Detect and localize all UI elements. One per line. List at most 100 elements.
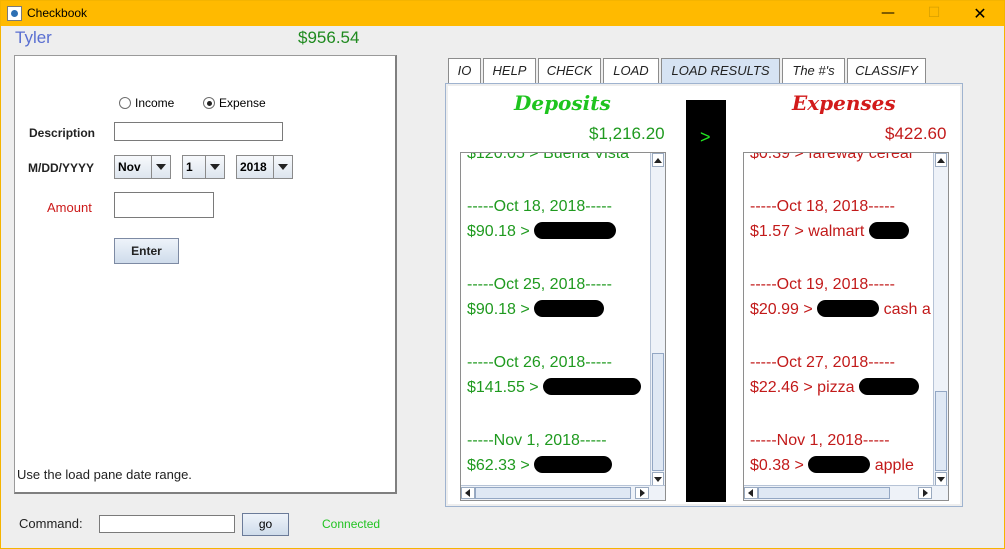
tab-classify[interactable]: CLASSIFY bbox=[847, 58, 926, 83]
expenses-title: Expenses bbox=[792, 91, 896, 115]
expenses-vertical-scrollbar[interactable] bbox=[933, 153, 948, 486]
entry-date: -----Oct 25, 2018----- bbox=[467, 276, 612, 293]
entry-line: $1.57 > walmart bbox=[750, 223, 869, 240]
enter-button[interactable]: Enter bbox=[114, 238, 179, 264]
description-input[interactable] bbox=[114, 122, 283, 141]
redaction-mark bbox=[858, 378, 919, 395]
list-item: -----Nov 1, 2018----- $62.33 > bbox=[467, 428, 647, 478]
load-results-content: Deposits Expenses $1,216.20 $422.60 > $1… bbox=[448, 86, 960, 504]
list-item: $120.05 > Buena Vista bbox=[467, 153, 647, 166]
expense-radio[interactable]: Expense bbox=[203, 96, 266, 110]
entry-date: -----Nov 1, 2018----- bbox=[750, 432, 890, 449]
year-value: 2018 bbox=[240, 160, 267, 174]
chevron-down-icon bbox=[151, 156, 170, 178]
scroll-up-icon[interactable] bbox=[935, 153, 947, 167]
entry-line-row: $22.46 > pizza bbox=[750, 375, 930, 400]
entry-date: -----Oct 18, 2018----- bbox=[750, 198, 895, 215]
entry-line-row: $90.18 > bbox=[467, 297, 647, 322]
amount-input[interactable] bbox=[114, 192, 214, 218]
balance-value: $956.54 bbox=[298, 28, 360, 47]
tab-load[interactable]: LOAD bbox=[603, 58, 659, 83]
scroll-down-icon[interactable] bbox=[652, 472, 664, 486]
amount-label: Amount bbox=[47, 200, 92, 215]
entry-line-row: $141.55 > bbox=[467, 375, 647, 400]
entry-date: -----Oct 18, 2018----- bbox=[467, 198, 612, 215]
description-label: Description bbox=[29, 126, 96, 140]
scroll-right-icon[interactable] bbox=[635, 487, 649, 499]
window-title: Checkbook bbox=[27, 6, 88, 20]
tab-load-results[interactable]: LOAD RESULTS bbox=[661, 58, 780, 83]
entry-tail: cash a bbox=[879, 301, 931, 318]
scroll-up-icon[interactable] bbox=[652, 153, 664, 167]
scroll-thumb[interactable] bbox=[652, 353, 664, 471]
list-item: -----Oct 19, 2018----- $20.99 > cash a bbox=[750, 272, 931, 322]
deposits-list-content: $120.05 > Buena Vista -----Oct 18, 2018-… bbox=[467, 153, 647, 500]
scroll-thumb[interactable] bbox=[935, 391, 947, 471]
entry-line: $62.33 > bbox=[467, 457, 535, 474]
expense-label: Expense bbox=[219, 96, 266, 110]
tab-the-numbers[interactable]: The #'s bbox=[782, 58, 845, 83]
redaction-mark bbox=[534, 300, 605, 317]
user-name: Tyler bbox=[15, 28, 52, 47]
entry-date: -----Oct 27, 2018----- bbox=[750, 354, 895, 371]
radio-circle-selected bbox=[203, 97, 215, 109]
entry-line-row: $62.33 > bbox=[467, 453, 647, 478]
go-button[interactable]: go bbox=[242, 513, 289, 536]
divider-bar: > bbox=[686, 100, 726, 502]
expenses-list-content: $0.39 > fareway cereal -----Oct 18, 2018… bbox=[750, 152, 931, 500]
redaction-mark bbox=[534, 456, 613, 473]
scroll-thumb[interactable] bbox=[475, 487, 631, 499]
java-app-icon bbox=[7, 6, 22, 21]
expenses-list[interactable]: $0.39 > fareway cereal -----Oct 18, 2018… bbox=[743, 152, 949, 501]
month-value: Nov bbox=[118, 160, 141, 174]
month-select[interactable]: Nov bbox=[114, 155, 171, 179]
entry-line: $141.55 > bbox=[467, 379, 544, 396]
scroll-right-icon[interactable] bbox=[918, 487, 932, 499]
minimize-button[interactable]: — bbox=[865, 1, 911, 26]
command-input[interactable] bbox=[99, 515, 235, 533]
tab-check[interactable]: CHECK bbox=[538, 58, 601, 83]
list-item: -----Oct 25, 2018----- $90.18 > bbox=[467, 272, 647, 322]
scroll-left-icon[interactable] bbox=[744, 487, 758, 499]
entry-line: $0.38 > bbox=[750, 457, 809, 474]
entry-date: -----Oct 19, 2018----- bbox=[750, 276, 895, 293]
expenses-horizontal-scrollbar[interactable] bbox=[744, 485, 948, 500]
deposits-vertical-scrollbar[interactable] bbox=[650, 153, 665, 486]
date-format-label: M/DD/YYYY bbox=[28, 161, 95, 175]
entry-line-row: $20.99 > cash a bbox=[750, 297, 931, 322]
list-item: $0.39 > fareway cereal bbox=[750, 152, 930, 166]
income-radio[interactable]: Income bbox=[119, 96, 174, 110]
entry-date: -----Nov 1, 2018----- bbox=[467, 432, 607, 449]
entry-line-row: $90.18 > bbox=[467, 219, 647, 244]
entry-line: $0.39 > fareway cereal bbox=[750, 152, 913, 162]
list-item: -----Oct 18, 2018----- $1.57 > walmart bbox=[750, 194, 930, 244]
chevron-down-icon bbox=[205, 156, 224, 178]
year-select[interactable]: 2018 bbox=[236, 155, 293, 179]
list-item: -----Oct 26, 2018----- $141.55 > bbox=[467, 350, 647, 400]
entry-tail: apple bbox=[870, 457, 914, 474]
checkbook-window: Checkbook — ☐ ✕ Tyler $956.54 Income Exp… bbox=[0, 0, 1005, 549]
entry-line: $90.18 > bbox=[467, 223, 535, 240]
close-button[interactable]: ✕ bbox=[957, 1, 1003, 26]
deposits-title: Deposits bbox=[514, 91, 611, 115]
tab-io[interactable]: IO bbox=[448, 58, 481, 83]
chevron-down-icon bbox=[273, 156, 292, 178]
maximize-button[interactable]: ☐ bbox=[911, 1, 957, 26]
entry-line: $20.99 > bbox=[750, 301, 818, 318]
redaction-mark bbox=[808, 456, 871, 473]
scroll-left-icon[interactable] bbox=[461, 487, 475, 499]
hint-text: Use the load pane date range. bbox=[17, 467, 192, 482]
redaction-mark bbox=[817, 300, 880, 317]
tab-help[interactable]: HELP bbox=[483, 58, 536, 83]
entry-line-row: $1.57 > walmart bbox=[750, 219, 930, 244]
scroll-thumb[interactable] bbox=[758, 487, 890, 499]
arrow-indicator: > bbox=[700, 127, 711, 147]
deposits-horizontal-scrollbar[interactable] bbox=[461, 485, 665, 500]
day-value: 1 bbox=[186, 160, 193, 174]
redaction-mark bbox=[543, 378, 642, 395]
expenses-total: $422.60 bbox=[885, 124, 947, 143]
command-label: Command: bbox=[19, 516, 83, 531]
scroll-down-icon[interactable] bbox=[935, 472, 947, 486]
day-select[interactable]: 1 bbox=[182, 155, 225, 179]
deposits-list[interactable]: $120.05 > Buena Vista -----Oct 18, 2018-… bbox=[460, 152, 666, 501]
